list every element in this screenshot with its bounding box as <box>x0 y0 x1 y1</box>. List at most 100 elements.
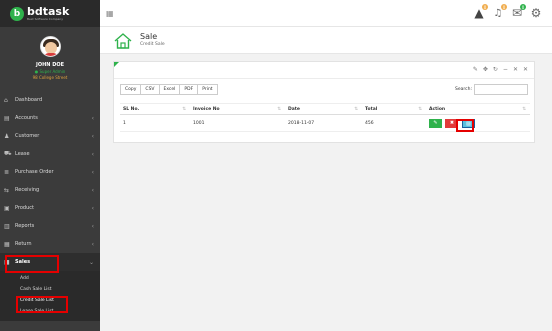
print-button[interactable]: Print <box>197 84 218 95</box>
sales-highlight-box <box>5 255 59 273</box>
pdf-button[interactable]: PDF <box>179 84 199 95</box>
chevron-down-icon: ⌄ <box>88 258 94 266</box>
sidebar-item-product[interactable]: ▣ Product ‹ <box>0 199 100 217</box>
sidebar-item-dashboard[interactable]: ⌂ Dashboard <box>0 91 100 109</box>
edit-button[interactable]: ✎ <box>429 118 442 128</box>
search-label: Search: <box>455 87 472 92</box>
sidebar-item-label: Purchase Order <box>15 169 54 175</box>
chevron-left-icon: ‹ <box>91 222 94 230</box>
sort-icon: ⇅ <box>182 107 186 112</box>
bell-icon[interactable]: ♫ 0 <box>490 4 507 21</box>
chevron-left-icon: ‹ <box>91 168 94 176</box>
excel-button[interactable]: Excel <box>158 84 181 95</box>
notification-badge: 0 <box>520 4 526 10</box>
panel-tools: ✎ ✥ ↻ − ✕ ✕ <box>468 66 528 73</box>
sidebar-item-label: Customer <box>15 133 40 139</box>
column-label: Invoice No <box>193 106 220 112</box>
cell-total: 456 <box>362 114 426 132</box>
chevron-left-icon: ‹ <box>91 150 94 158</box>
chevron-left-icon: ‹ <box>91 240 94 248</box>
sidebar-menu: ⌂ Dashboard ▤ Accounts ‹ ♟ Customer ‹ ⛟ … <box>0 91 100 271</box>
sidebar-item-lease[interactable]: ⛟ Lease ‹ <box>0 145 100 163</box>
warning-icon[interactable]: ▲ 0 <box>471 4 488 21</box>
sidebar-item-label: Accounts <box>15 115 38 121</box>
chevron-left-icon: ‹ <box>91 132 94 140</box>
sidebar-item-reports[interactable]: ▥ Reports ‹ <box>0 217 100 235</box>
close-icon[interactable]: ✕ <box>523 66 528 73</box>
grid-icon[interactable]: ▦ <box>106 9 114 18</box>
page-header: Sale Credit Sale <box>100 27 552 54</box>
column-header-invoice[interactable]: Invoice No ⇅ <box>190 103 285 115</box>
brand-name: bdtask <box>27 5 70 18</box>
edit-icon[interactable]: ✎ <box>473 66 478 73</box>
expand-icon[interactable]: ✕ <box>513 66 518 73</box>
sort-icon: ⇅ <box>522 107 526 112</box>
sort-icon: ⇅ <box>418 107 422 112</box>
logo-icon: b <box>10 6 24 21</box>
gear-glyph: ⚙ <box>530 6 542 20</box>
sort-icon: ⇅ <box>354 107 358 112</box>
avatar[interactable] <box>39 36 61 57</box>
column-label: Total <box>365 106 378 112</box>
sidebar-item-label: Receiving <box>15 187 40 193</box>
brand-tagline: Best Software Company <box>27 17 64 21</box>
column-header-action[interactable]: Action ⇅ <box>426 103 530 115</box>
chevron-left-icon: ‹ <box>91 186 94 194</box>
page-subtitle: Credit Sale <box>140 42 165 47</box>
image-button-highlight-box <box>456 119 474 132</box>
export-buttons: Copy CSV Excel PDF Print <box>120 84 218 95</box>
cell-date: 2018-11-07 <box>285 114 362 132</box>
sort-icon: ⇅ <box>277 107 281 112</box>
sidebar-item-label: Reports <box>15 223 35 229</box>
column-label: Action <box>429 106 446 112</box>
brand[interactable]: b bdtask Best Software Company <box>0 0 100 27</box>
user-address: 98 College Street <box>32 75 68 80</box>
copy-button[interactable]: Copy <box>120 84 142 95</box>
submenu-item-add[interactable]: Add <box>0 273 100 284</box>
home-icon: ⌂ <box>4 96 8 104</box>
move-icon[interactable]: ✥ <box>483 66 488 73</box>
user-icon: ♟ <box>4 132 10 140</box>
column-label: Date <box>288 106 300 112</box>
user-status: ● Super Admin <box>34 69 66 74</box>
cell-invoice: 1001 <box>190 114 285 132</box>
sidebar-item-customer[interactable]: ♟ Customer ‹ <box>0 127 100 145</box>
sidebar: b bdtask Best Software Company JOHN DOE … <box>0 0 100 331</box>
home-icon <box>114 33 132 49</box>
minimize-icon[interactable]: − <box>503 66 508 73</box>
column-header-sl[interactable]: SL No. ⇅ <box>120 103 190 115</box>
sidebar-item-accounts[interactable]: ▤ Accounts ‹ <box>0 109 100 127</box>
notification-badge: 0 <box>482 4 488 10</box>
sidebar-item-label: Return <box>15 241 32 247</box>
cell-actions: ✎ ✖ ▨ <box>426 114 530 132</box>
exchange-icon: ⇆ <box>4 186 10 194</box>
search-input[interactable] <box>474 84 528 95</box>
mail-icon[interactable]: ✉ 0 <box>509 4 526 21</box>
panel-corner-marker <box>114 62 119 67</box>
sidebar-item-label: Lease <box>15 151 30 157</box>
return-icon: ▦ <box>4 240 10 248</box>
sidebar-item-return[interactable]: ▦ Return ‹ <box>0 235 100 253</box>
top-bar: ▦ ▲ 0 ♫ 0 ✉ 0 ⚙ <box>100 0 552 27</box>
user-profile: JOHN DOE ● Super Admin 98 College Street <box>0 27 100 91</box>
credit-sale-highlight-box <box>16 296 68 313</box>
report-icon: ▥ <box>4 222 10 230</box>
truck-icon: ⛟ <box>4 150 12 157</box>
list-icon: ≣ <box>4 168 10 176</box>
submenu-item-cash-sale-list[interactable]: Cash Sale List <box>0 284 100 295</box>
sidebar-item-label: Product <box>15 205 34 211</box>
chevron-left-icon: ‹ <box>91 204 94 212</box>
gear-icon[interactable]: ⚙ <box>528 5 544 21</box>
sidebar-item-receiving[interactable]: ⇆ Receiving ‹ <box>0 181 100 199</box>
csv-button[interactable]: CSV <box>140 84 160 95</box>
sidebar-item-purchase-order[interactable]: ≣ Purchase Order ‹ <box>0 163 100 181</box>
notification-badge: 0 <box>501 4 507 10</box>
column-header-total[interactable]: Total ⇅ <box>362 103 426 115</box>
chevron-left-icon: ‹ <box>91 114 94 122</box>
box-icon: ▣ <box>4 204 10 212</box>
page-title: Sale <box>140 32 158 41</box>
refresh-icon[interactable]: ↻ <box>493 66 498 73</box>
column-header-date[interactable]: Date ⇅ <box>285 103 362 115</box>
cell-sl: 1 <box>120 114 190 132</box>
column-label: SL No. <box>123 106 140 112</box>
